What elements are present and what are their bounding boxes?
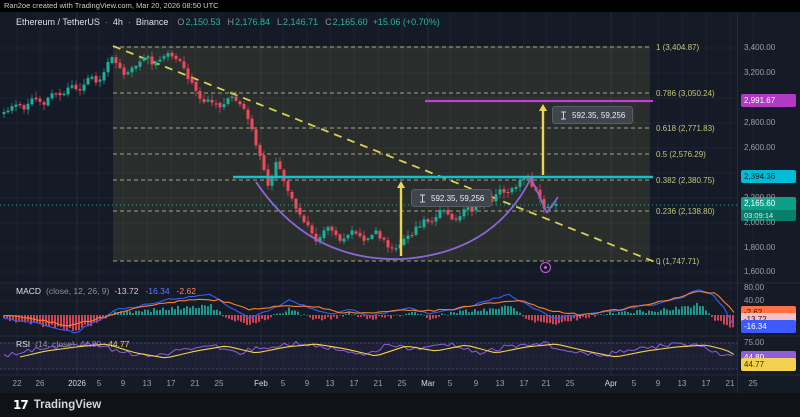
footer-brand[interactable]: TradingView — [34, 399, 102, 411]
tradingview-chart-window: Ran2oe created with TradingView.com, Mar… — [0, 0, 800, 417]
footer-bar: 17 TradingView — [0, 393, 800, 417]
tradingview-logo-icon[interactable]: 17 — [13, 398, 28, 412]
chart-canvas[interactable] — [0, 0, 800, 417]
attribution-text: Ran2oe created with TradingView.com, Mar… — [4, 1, 219, 10]
attribution-bar: Ran2oe created with TradingView.com, Mar… — [0, 0, 800, 12]
